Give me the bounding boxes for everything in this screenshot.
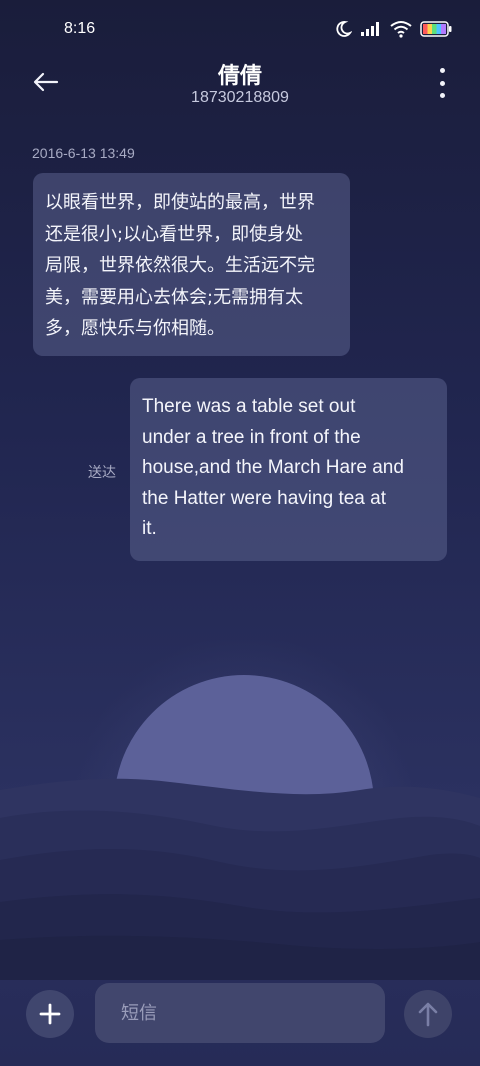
status-icons bbox=[334, 20, 452, 38]
outgoing-message-bubble[interactable]: There was a table set out under a tree i… bbox=[130, 378, 447, 561]
contact-name: 倩倩 bbox=[217, 64, 262, 89]
more-vertical-icon bbox=[439, 68, 445, 73]
incoming-message-bubble[interactable]: 以眼看世界，即使站的最高，世界 还是很小;以心看世界，即使身处 局限，世界依然很… bbox=[33, 173, 350, 356]
message-line: 美，需要用心去体会;无需拥有太 bbox=[45, 286, 304, 308]
moon-hills-background bbox=[0, 640, 480, 980]
send-button[interactable] bbox=[404, 990, 452, 1038]
conversation-header: 倩倩 18730218809 bbox=[0, 56, 480, 120]
message-line: 以眼看世界，即使站的最高，世界 bbox=[45, 192, 315, 213]
status-time: 8:16 bbox=[64, 20, 96, 37]
moon-icon bbox=[334, 20, 352, 38]
add-attachment-button[interactable] bbox=[26, 990, 74, 1038]
contact-number: 18730218809 bbox=[191, 89, 289, 106]
plus-icon bbox=[39, 1003, 61, 1025]
signal-icon bbox=[360, 21, 382, 37]
status-bar: 8:16 bbox=[0, 0, 480, 56]
more-options-button[interactable] bbox=[434, 68, 450, 98]
delivery-status: 送达 bbox=[88, 465, 116, 481]
message-timestamp: 2016-6-13 13:49 bbox=[32, 145, 135, 161]
battery-icon bbox=[420, 21, 452, 37]
message-line: 多，愿快乐与你相随。 bbox=[45, 318, 225, 339]
message-line: under a tree in front of the bbox=[142, 426, 361, 448]
message-line: it. bbox=[142, 518, 157, 539]
message-line: 局限，世界依然很大。生活远不完 bbox=[45, 255, 315, 276]
message-line: house,and the March Hare and bbox=[142, 457, 404, 478]
message-line: 还是很小;以心看世界，即使身处 bbox=[45, 223, 304, 245]
message-line: the Hatter were having tea at bbox=[142, 487, 386, 509]
message-input[interactable] bbox=[95, 983, 385, 1043]
wifi-icon bbox=[390, 20, 412, 38]
message-line: There was a table set out bbox=[142, 396, 356, 417]
send-arrow-icon bbox=[418, 1002, 438, 1027]
